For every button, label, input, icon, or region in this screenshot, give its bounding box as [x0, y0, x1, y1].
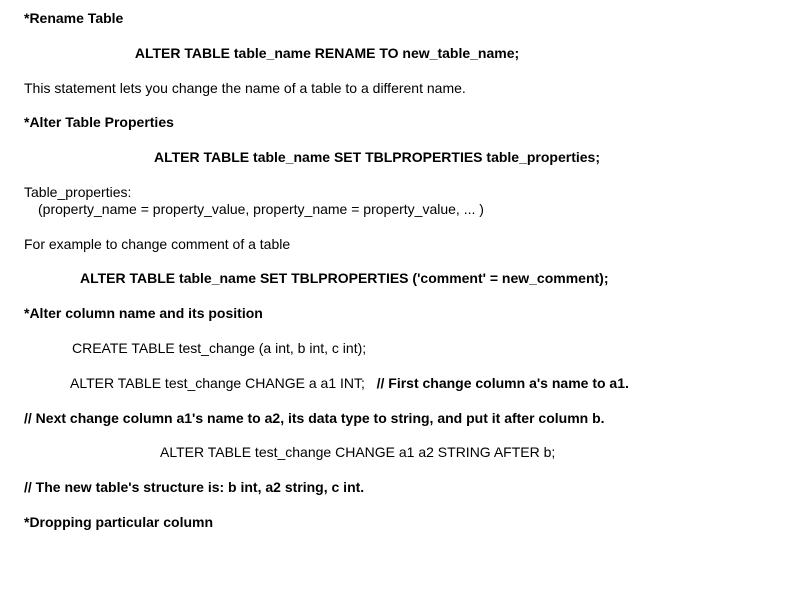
heading-alter-column: *Alter column name and its position [24, 305, 770, 322]
code-change-a1: ALTER TABLE test_change CHANGE a1 a2 STR… [24, 444, 770, 461]
heading-alter-table-properties: *Alter Table Properties [24, 114, 770, 131]
code-alter-table-properties: ALTER TABLE table_name SET TBLPROPERTIES… [24, 149, 770, 166]
comment-first-change: // First change column a's name to a1. [377, 375, 629, 391]
heading-dropping-column: *Dropping particular column [24, 514, 770, 531]
text-rename-description: This statement lets you change the name … [24, 80, 770, 97]
code-change-a: ALTER TABLE test_change CHANGE a a1 INT; [70, 375, 365, 391]
text-table-properties-label: Table_properties: [24, 184, 770, 201]
text-table-properties-block: Table_properties: (property_name = prope… [24, 184, 770, 218]
line-change-a: ALTER TABLE test_change CHANGE a a1 INT;… [24, 375, 770, 392]
comment-next-change: // Next change column a1's name to a2, i… [24, 410, 770, 427]
heading-rename-table: *Rename Table [24, 10, 770, 27]
code-set-comment: ALTER TABLE table_name SET TBLPROPERTIES… [24, 270, 770, 287]
code-rename-table: ALTER TABLE table_name RENAME TO new_tab… [24, 45, 770, 62]
comment-new-structure: // The new table's structure is: b int, … [24, 479, 770, 496]
text-example-intro: For example to change comment of a table [24, 236, 770, 253]
code-create-table: CREATE TABLE test_change (a int, b int, … [24, 340, 770, 357]
text-table-properties-syntax: (property_name = property_value, propert… [24, 201, 770, 218]
document-page: *Rename Table ALTER TABLE table_name REN… [0, 0, 794, 531]
